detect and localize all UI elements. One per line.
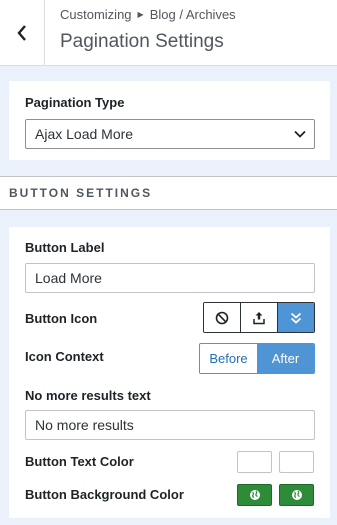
- button-label-label: Button Label: [25, 240, 105, 255]
- chevron-left-icon: [17, 24, 26, 41]
- icon-option-double-chevron[interactable]: [278, 303, 314, 332]
- no-more-results-label: No more results text: [25, 388, 151, 403]
- double-chevron-down-icon: [290, 312, 302, 324]
- breadcrumb-separator-icon: ▶: [137, 10, 144, 19]
- pagination-type-label: Pagination Type: [25, 95, 125, 110]
- icon-context-after[interactable]: After: [257, 344, 314, 373]
- icon-context-label: Icon Context: [25, 349, 104, 364]
- upload-icon: [253, 311, 265, 324]
- button-bg-color-label: Button Background Color: [25, 487, 184, 502]
- ban-icon: [215, 311, 229, 324]
- text-color-swatch-normal[interactable]: [237, 451, 272, 473]
- breadcrumb-root: Customizing: [60, 7, 132, 22]
- section-heading-text: BUTTON SETTINGS: [9, 186, 153, 200]
- icon-context-before[interactable]: Before: [200, 344, 257, 373]
- button-settings-card: Button Label Load More Button Icon Icon …: [9, 227, 330, 518]
- button-text-color-label: Button Text Color: [25, 454, 134, 469]
- breadcrumb: Customizing ▶ Blog / Archives: [60, 7, 236, 22]
- globe-icon: [249, 490, 260, 500]
- bg-color-swatch-normal[interactable]: [237, 484, 272, 506]
- back-button[interactable]: [0, 0, 45, 65]
- icon-context-toggle: Before After: [199, 343, 315, 374]
- button-label-input[interactable]: Load More: [25, 263, 315, 293]
- pagination-type-value: Ajax Load More: [35, 126, 134, 142]
- bg-color-swatch-hover[interactable]: [279, 484, 314, 506]
- pagination-type-select[interactable]: Ajax Load More: [25, 119, 315, 149]
- pagination-type-card: Pagination Type Ajax Load More: [9, 81, 330, 160]
- icon-option-upload[interactable]: [241, 303, 278, 332]
- button-label-value: Load More: [35, 270, 102, 286]
- button-icon-selector: [203, 302, 315, 333]
- icon-option-none[interactable]: [204, 303, 241, 332]
- chevron-down-icon: [294, 130, 306, 138]
- globe-icon: [291, 490, 302, 500]
- text-color-swatch-hover[interactable]: [279, 451, 314, 473]
- button-icon-label: Button Icon: [25, 311, 98, 326]
- no-more-results-input[interactable]: No more results: [25, 410, 315, 440]
- customizer-header: Customizing ▶ Blog / Archives Pagination…: [0, 0, 337, 66]
- button-settings-heading: BUTTON SETTINGS: [0, 176, 337, 210]
- no-more-results-value: No more results: [35, 417, 134, 433]
- breadcrumb-section: Blog / Archives: [149, 7, 236, 22]
- page-title: Pagination Settings: [60, 31, 224, 52]
